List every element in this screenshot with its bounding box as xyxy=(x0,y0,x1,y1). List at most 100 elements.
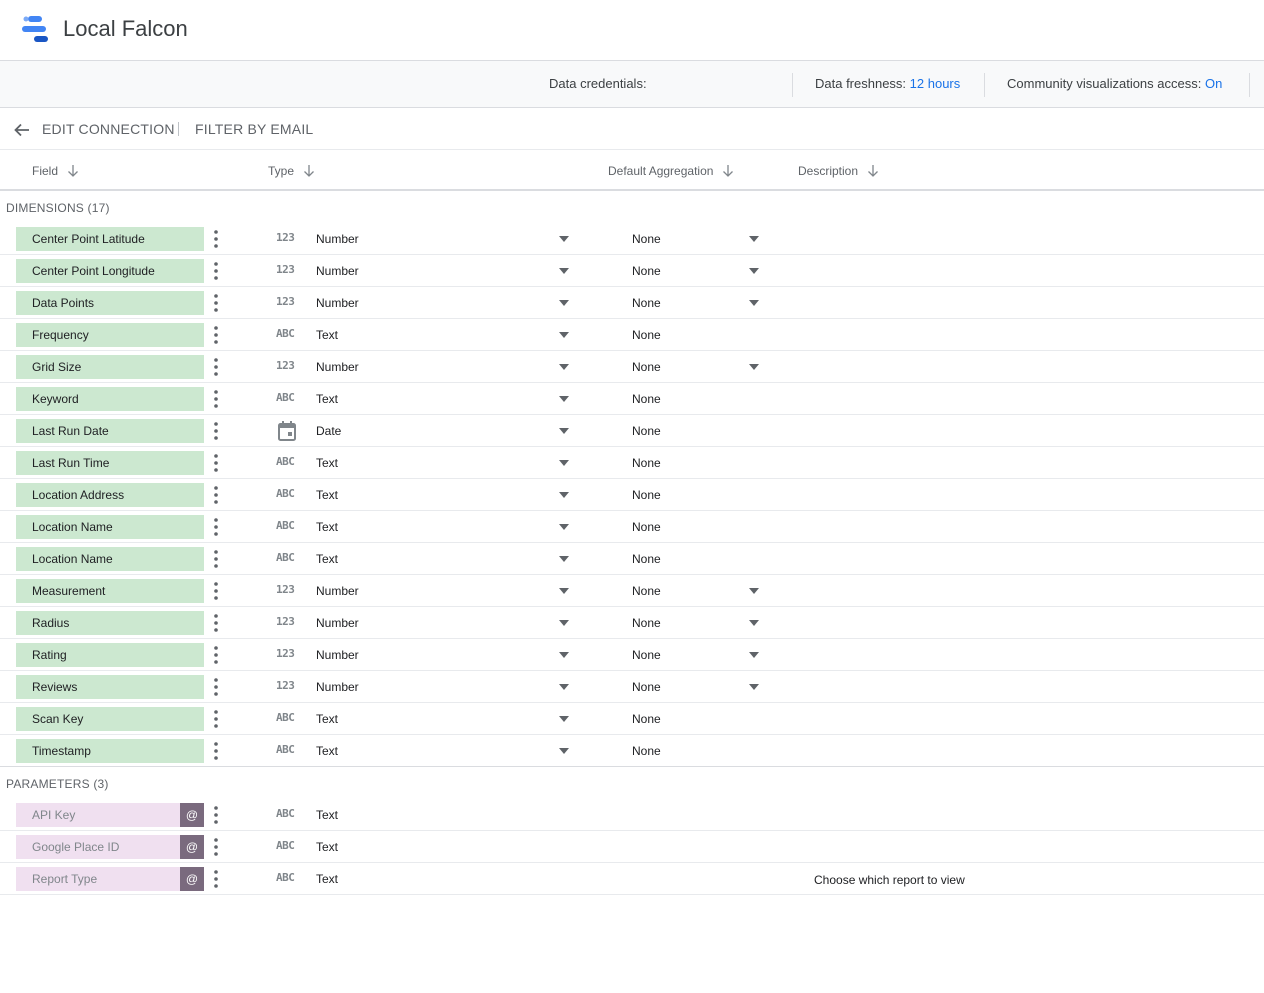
type-select[interactable]: Date xyxy=(316,424,341,438)
field-chip[interactable]: Last Run Time xyxy=(16,451,204,475)
data-credentials[interactable]: Data credentials: xyxy=(549,76,647,91)
type-dropdown-arrow-icon[interactable] xyxy=(559,588,569,594)
type-dropdown-arrow-icon[interactable] xyxy=(559,332,569,338)
type-select[interactable]: Number xyxy=(316,232,359,246)
aggregation-dropdown-arrow-icon[interactable] xyxy=(749,364,759,370)
field-chip[interactable]: Location Address xyxy=(16,483,204,507)
type-dropdown-arrow-icon[interactable] xyxy=(559,556,569,562)
type-dropdown-arrow-icon[interactable] xyxy=(559,492,569,498)
type-dropdown-arrow-icon[interactable] xyxy=(559,748,569,754)
type-dropdown-arrow-icon[interactable] xyxy=(559,716,569,722)
more-options-icon[interactable] xyxy=(208,293,224,313)
type-select[interactable]: Text xyxy=(316,552,338,566)
field-chip[interactable]: Location Name xyxy=(16,515,204,539)
more-options-icon[interactable] xyxy=(208,869,224,889)
column-header-field[interactable]: Field xyxy=(32,164,80,178)
type-select[interactable]: Number xyxy=(316,584,359,598)
community-visualizations-value[interactable]: On xyxy=(1205,76,1222,91)
more-options-icon[interactable] xyxy=(208,741,224,761)
aggregation-select[interactable]: None xyxy=(632,232,661,246)
type-dropdown-arrow-icon[interactable] xyxy=(559,396,569,402)
more-options-icon[interactable] xyxy=(208,549,224,569)
field-chip[interactable]: Last Run Date xyxy=(16,419,204,443)
type-dropdown-arrow-icon[interactable] xyxy=(559,300,569,306)
more-options-icon[interactable] xyxy=(208,357,224,377)
field-chip[interactable]: Location Name xyxy=(16,547,204,571)
column-header-default-aggregation[interactable]: Default Aggregation xyxy=(608,164,735,178)
aggregation-dropdown-arrow-icon[interactable] xyxy=(749,268,759,274)
type-select[interactable]: Text xyxy=(316,328,338,342)
data-freshness[interactable]: Data freshness: 12 hours xyxy=(815,76,960,91)
more-options-icon[interactable] xyxy=(208,805,224,825)
type-dropdown-arrow-icon[interactable] xyxy=(559,684,569,690)
community-visualizations-access[interactable]: Community visualizations access: On xyxy=(1007,76,1222,91)
type-dropdown-arrow-icon[interactable] xyxy=(559,428,569,434)
type-dropdown-arrow-icon[interactable] xyxy=(559,268,569,274)
aggregation-dropdown-arrow-icon[interactable] xyxy=(749,652,759,658)
more-options-icon[interactable] xyxy=(208,421,224,441)
type-dropdown-arrow-icon[interactable] xyxy=(559,652,569,658)
field-chip[interactable]: Keyword xyxy=(16,387,204,411)
data-freshness-value[interactable]: 12 hours xyxy=(910,76,961,91)
column-header-description[interactable]: Description xyxy=(798,164,880,178)
field-chip[interactable]: Data Points xyxy=(16,291,204,315)
aggregation-select[interactable]: None xyxy=(632,584,661,598)
more-options-icon[interactable] xyxy=(208,613,224,633)
parameter-chip[interactable]: Report Type xyxy=(16,867,180,891)
more-options-icon[interactable] xyxy=(208,485,224,505)
aggregation-select[interactable]: None xyxy=(632,296,661,310)
aggregation-select[interactable]: None xyxy=(632,616,661,630)
aggregation-dropdown-arrow-icon[interactable] xyxy=(749,236,759,242)
filter-by-email-button[interactable]: FILTER BY EMAIL xyxy=(195,121,313,137)
more-options-icon[interactable] xyxy=(208,517,224,537)
type-select[interactable]: Number xyxy=(316,680,359,694)
type-select[interactable]: Text xyxy=(316,488,338,502)
type-select[interactable]: Text xyxy=(316,392,338,406)
more-options-icon[interactable] xyxy=(208,229,224,249)
more-options-icon[interactable] xyxy=(208,261,224,281)
more-options-icon[interactable] xyxy=(208,389,224,409)
field-chip[interactable]: Center Point Latitude xyxy=(16,227,204,251)
more-options-icon[interactable] xyxy=(208,645,224,665)
aggregation-dropdown-arrow-icon[interactable] xyxy=(749,300,759,306)
aggregation-select[interactable]: None xyxy=(632,648,661,662)
back-arrow-icon[interactable] xyxy=(12,120,32,140)
type-dropdown-arrow-icon[interactable] xyxy=(559,364,569,370)
aggregation-dropdown-arrow-icon[interactable] xyxy=(749,588,759,594)
field-chip[interactable]: Frequency xyxy=(16,323,204,347)
more-options-icon[interactable] xyxy=(208,677,224,697)
aggregation-dropdown-arrow-icon[interactable] xyxy=(749,620,759,626)
aggregation-select[interactable]: None xyxy=(632,680,661,694)
more-options-icon[interactable] xyxy=(208,325,224,345)
type-select[interactable]: Text xyxy=(316,456,338,470)
parameter-chip[interactable]: API Key xyxy=(16,803,180,827)
type-select[interactable]: Number xyxy=(316,648,359,662)
type-dropdown-arrow-icon[interactable] xyxy=(559,620,569,626)
aggregation-select[interactable]: None xyxy=(632,360,661,374)
more-options-icon[interactable] xyxy=(208,709,224,729)
field-chip[interactable]: Timestamp xyxy=(16,739,204,763)
field-chip[interactable]: Scan Key xyxy=(16,707,204,731)
type-select[interactable]: Number xyxy=(316,616,359,630)
type-select[interactable]: Number xyxy=(316,296,359,310)
field-chip[interactable]: Measurement xyxy=(16,579,204,603)
field-chip[interactable]: Reviews xyxy=(16,675,204,699)
aggregation-dropdown-arrow-icon[interactable] xyxy=(749,684,759,690)
type-dropdown-arrow-icon[interactable] xyxy=(559,524,569,530)
edit-connection-button[interactable]: EDIT CONNECTION xyxy=(42,121,175,137)
more-options-icon[interactable] xyxy=(208,837,224,857)
aggregation-select[interactable]: None xyxy=(632,264,661,278)
more-options-icon[interactable] xyxy=(208,581,224,601)
parameter-chip[interactable]: Google Place ID xyxy=(16,835,180,859)
type-select[interactable]: Text xyxy=(316,712,338,726)
type-select[interactable]: Number xyxy=(316,264,359,278)
type-dropdown-arrow-icon[interactable] xyxy=(559,236,569,242)
field-chip[interactable]: Center Point Longitude xyxy=(16,259,204,283)
field-chip[interactable]: Grid Size xyxy=(16,355,204,379)
column-header-type[interactable]: Type xyxy=(268,164,316,178)
type-select[interactable]: Number xyxy=(316,360,359,374)
type-dropdown-arrow-icon[interactable] xyxy=(559,460,569,466)
more-options-icon[interactable] xyxy=(208,453,224,473)
field-chip[interactable]: Radius xyxy=(16,611,204,635)
type-select[interactable]: Text xyxy=(316,520,338,534)
